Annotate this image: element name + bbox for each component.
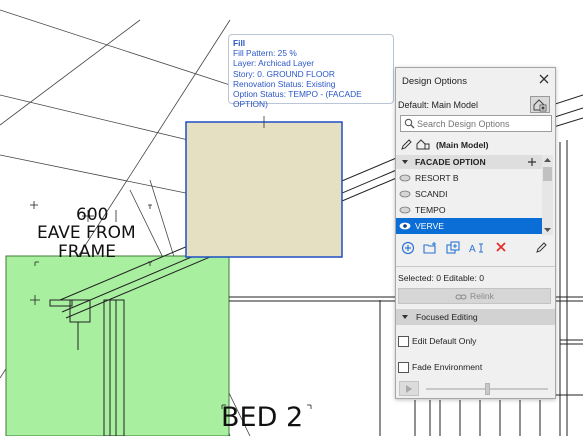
delete-icon bbox=[496, 242, 506, 252]
search-icon bbox=[404, 118, 415, 129]
focused-editing-label: Focused Editing bbox=[416, 312, 478, 322]
tooltip-line: Layer: Archicad Layer bbox=[233, 58, 315, 69]
edit-default-only-label: Edit Default Only bbox=[412, 336, 477, 346]
fade-environment-checkbox[interactable] bbox=[398, 362, 409, 373]
guide-line bbox=[0, 9, 231, 86]
edit-default-only-checkbox[interactable] bbox=[398, 336, 409, 347]
fade-slider-row bbox=[396, 380, 555, 398]
guide-line bbox=[0, 19, 141, 126]
add-circle-icon bbox=[401, 241, 415, 255]
green-fill-region bbox=[5, 255, 230, 436]
eye-closed-icon[interactable] bbox=[399, 190, 411, 198]
new-folder-icon bbox=[422, 242, 436, 254]
option-row-resort-b[interactable]: RESORT B bbox=[396, 170, 542, 186]
rename-icon: A bbox=[469, 243, 483, 255]
option-label: VERVE bbox=[415, 221, 444, 231]
default-option-label: Default: Main Model bbox=[398, 100, 479, 110]
scrollbar-arrows bbox=[543, 158, 552, 232]
new-folder-button[interactable] bbox=[422, 241, 438, 257]
design-options-settings-button[interactable] bbox=[530, 96, 550, 113]
close-icon bbox=[539, 74, 549, 84]
room-label: BED 2 bbox=[221, 402, 304, 433]
focused-editing-header[interactable]: Focused Editing bbox=[396, 309, 555, 325]
play-icon bbox=[406, 385, 412, 393]
pencil-icon[interactable] bbox=[400, 139, 412, 151]
svg-text:A: A bbox=[469, 244, 476, 255]
duplicate-icon bbox=[446, 241, 460, 254]
fade-environment-label: Fade Environment bbox=[412, 362, 483, 372]
relink-label: Relink bbox=[470, 291, 494, 301]
panel-title: Design Options bbox=[402, 76, 467, 87]
main-model-row[interactable]: (Main Model) bbox=[396, 136, 555, 153]
edit-option-button[interactable] bbox=[533, 241, 549, 257]
new-option-button[interactable] bbox=[400, 241, 416, 257]
option-toolbar: A bbox=[396, 239, 555, 261]
collapse-arrow-icon[interactable] bbox=[401, 158, 409, 166]
option-label: TEMPO bbox=[415, 205, 446, 215]
relink-button[interactable]: Relink bbox=[398, 288, 551, 304]
close-button[interactable] bbox=[537, 72, 551, 86]
option-label: RESORT B bbox=[415, 173, 459, 183]
tooltip-line: Option Status: TEMPO - (FACADE OPTION) bbox=[233, 89, 362, 110]
delete-option-button[interactable] bbox=[493, 241, 509, 257]
tan-fill-region bbox=[185, 121, 343, 258]
tooltip-line: Renovation Status: Existing bbox=[233, 78, 336, 89]
eave-label-line2: FRAME bbox=[58, 242, 116, 262]
fade-slider-thumb[interactable] bbox=[485, 383, 490, 395]
eye-open-icon[interactable] bbox=[399, 222, 411, 230]
house-icon bbox=[416, 139, 430, 150]
main-model-label: (Main Model) bbox=[436, 140, 489, 150]
tooltip-title: Fill bbox=[233, 38, 246, 48]
duplicate-option-button[interactable] bbox=[445, 241, 461, 257]
tooltip-line: Fill Pattern: 25 % bbox=[233, 48, 297, 59]
option-row-verve[interactable]: VERVE bbox=[396, 218, 542, 234]
rename-option-button[interactable]: A bbox=[469, 241, 485, 257]
divider bbox=[396, 266, 555, 267]
option-set-header[interactable]: FACADE OPTION bbox=[396, 155, 542, 169]
option-label: SCANDI bbox=[415, 189, 448, 199]
design-options-panel: Design Options Default: Main Model (Main… bbox=[395, 67, 556, 399]
eye-closed-icon[interactable] bbox=[399, 206, 411, 214]
collapse-arrow-icon[interactable] bbox=[401, 313, 409, 321]
eye-closed-icon[interactable] bbox=[399, 174, 411, 182]
fade-play-button[interactable] bbox=[399, 381, 419, 396]
search-box[interactable] bbox=[400, 115, 552, 132]
add-option-icon[interactable] bbox=[527, 157, 537, 167]
options-scrollbar[interactable] bbox=[542, 155, 553, 235]
dimension-label: 600 bbox=[76, 205, 109, 225]
search-input[interactable] bbox=[417, 117, 549, 130]
fade-slider[interactable] bbox=[426, 383, 548, 395]
link-icon bbox=[455, 294, 467, 300]
option-row-tempo[interactable]: TEMPO bbox=[396, 202, 542, 218]
eave-label-line1: EAVE FROM bbox=[37, 223, 136, 243]
option-set-label: FACADE OPTION bbox=[415, 157, 486, 167]
pencil-icon bbox=[535, 242, 547, 253]
selection-status: Selected: 0 Editable: 0 bbox=[398, 273, 484, 283]
option-row-scandi[interactable]: SCANDI bbox=[396, 186, 542, 202]
house-settings-icon bbox=[533, 99, 547, 112]
element-info-tooltip: Fill Fill Pattern: 25 % Layer: Archicad … bbox=[228, 34, 394, 109]
tooltip-line: Story: 0. GROUND FLOOR bbox=[233, 68, 335, 79]
